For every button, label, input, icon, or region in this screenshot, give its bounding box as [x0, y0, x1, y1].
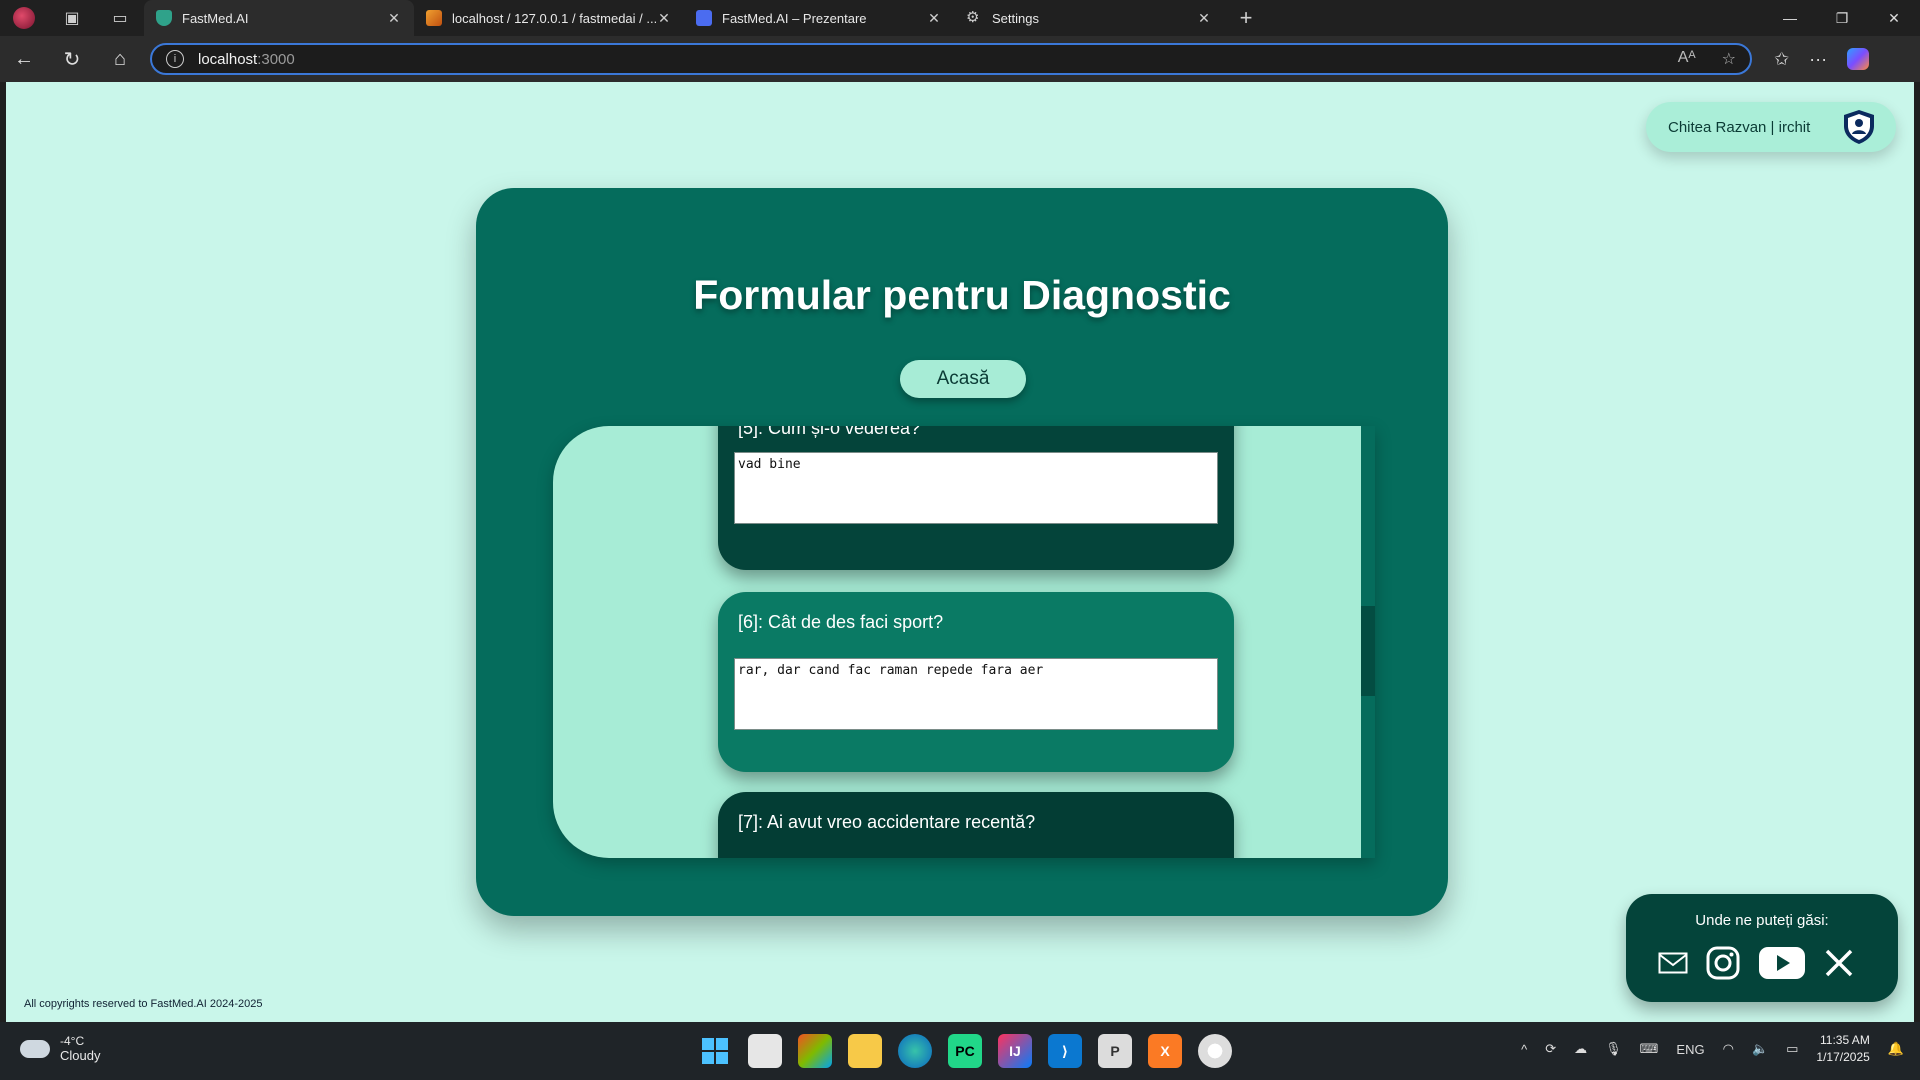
- read-aloud-icon[interactable]: Aᴬ: [1678, 49, 1696, 69]
- new-tab-button[interactable]: +: [1228, 0, 1264, 36]
- file-explorer-icon[interactable]: [848, 1034, 882, 1068]
- question-label: [7]: Ai avut vreo accidentare recentă?: [738, 812, 1036, 832]
- questions-scroll-panel[interactable]: [5]: Cum și-o vederea? [6]: Cât de des f…: [553, 426, 1375, 858]
- user-chip[interactable]: Chitea Razvan | irchit: [1646, 102, 1896, 152]
- intellij-icon[interactable]: IJ: [998, 1034, 1032, 1068]
- tab-actions-icon[interactable]: ▭: [96, 0, 144, 36]
- pycharm-icon[interactable]: PC: [948, 1034, 982, 1068]
- close-tab-icon[interactable]: ✕: [656, 10, 672, 27]
- copyright-text: All copyrights reserved to FastMed.AI 20…: [24, 998, 263, 1010]
- back-button[interactable]: ←: [0, 36, 48, 82]
- microphone-icon[interactable]: 🎙: [1605, 1041, 1622, 1057]
- site-info-icon[interactable]: i: [166, 50, 184, 68]
- battery-icon[interactable]: ▭: [1786, 1041, 1798, 1057]
- mail-icon[interactable]: [1658, 952, 1688, 974]
- favorite-star-icon[interactable]: ☆: [1722, 49, 1736, 69]
- weather-temp: -4°C: [60, 1034, 85, 1048]
- workspaces-icon[interactable]: ▣: [48, 0, 96, 36]
- xampp-icon[interactable]: X: [1148, 1034, 1182, 1068]
- chrome-app-icon[interactable]: [1198, 1034, 1232, 1068]
- gear-icon: ⚙: [966, 9, 980, 26]
- question-label: [6]: Cât de des faci sport?: [738, 612, 944, 632]
- tab-fastmed[interactable]: FastMed.AI ✕: [144, 0, 414, 36]
- home-button[interactable]: Acasă: [900, 360, 1026, 398]
- browser-tab-bar: ▣ ▭ FastMed.AI ✕ localhost / 127.0.0.1 /…: [0, 0, 1920, 36]
- tab-phpmyadmin[interactable]: localhost / 127.0.0.1 / fastmedai / ... …: [414, 0, 684, 36]
- phpmyadmin-icon: [426, 10, 442, 26]
- tab-title: FastMed.AI – Prezentare: [722, 10, 867, 26]
- onedrive-icon[interactable]: ☁: [1574, 1041, 1587, 1057]
- user-name: Chitea Razvan | irchit: [1668, 118, 1811, 136]
- tab-title: FastMed.AI: [182, 10, 249, 26]
- diagnostic-form-card: Formular pentru Diagnostic Acasă [5]: Cu…: [476, 188, 1448, 916]
- close-tab-icon[interactable]: ✕: [386, 10, 402, 27]
- clock-time: 11:35 AM: [1820, 1033, 1870, 1047]
- language-indicator[interactable]: ENG: [1676, 1042, 1704, 1057]
- shield-icon: [156, 10, 172, 26]
- copilot-icon[interactable]: [1847, 48, 1870, 70]
- postman-icon[interactable]: P: [1098, 1034, 1132, 1068]
- tray-chevron-icon[interactable]: ^: [1521, 1042, 1527, 1057]
- wifi-icon[interactable]: ◠: [1723, 1041, 1734, 1057]
- task-view-icon[interactable]: [748, 1034, 782, 1068]
- social-links-box: Unde ne puteți găsi:: [1626, 894, 1898, 1002]
- tab-title: localhost / 127.0.0.1 / fastmedai / ...: [452, 10, 656, 26]
- url-port: :3000: [257, 50, 295, 68]
- reload-button[interactable]: ↻: [48, 36, 96, 82]
- close-window-button[interactable]: ✕: [1868, 0, 1920, 36]
- answer-textarea-6[interactable]: [734, 658, 1218, 730]
- weather-widget[interactable]: -4°C Cloudy: [20, 1034, 100, 1064]
- notifications-bell-icon[interactable]: 🔔: [1888, 1041, 1904, 1057]
- home-icon[interactable]: ⌂: [96, 36, 144, 82]
- vscode-icon[interactable]: ⟩: [1048, 1034, 1082, 1068]
- question-label: [5]: Cum și-o vederea?: [738, 426, 921, 438]
- panel-scrollbar-thumb[interactable]: [1361, 606, 1375, 696]
- question-card-5: [5]: Cum și-o vederea?: [718, 426, 1234, 570]
- url-host: localhost: [198, 50, 258, 68]
- clock-date: 1/17/2025: [1816, 1050, 1870, 1064]
- profile-button[interactable]: [0, 0, 48, 36]
- keyboard-icon[interactable]: ⌨: [1640, 1041, 1659, 1057]
- tab-title: Settings: [992, 10, 1039, 26]
- minimize-button[interactable]: —: [1764, 0, 1816, 36]
- cloud-icon: [20, 1040, 50, 1058]
- clock[interactable]: 11:35 AM 1/17/2025: [1816, 1032, 1869, 1066]
- edge-icon[interactable]: [898, 1034, 932, 1068]
- sync-icon[interactable]: ⟳: [1545, 1041, 1556, 1057]
- profile-avatar: [13, 7, 35, 29]
- instagram-icon[interactable]: [1706, 946, 1740, 980]
- close-tab-icon[interactable]: ✕: [1196, 10, 1212, 27]
- close-tab-icon[interactable]: ✕: [926, 10, 942, 27]
- x-icon[interactable]: [1824, 948, 1854, 978]
- system-tray: ^ ⟳ ☁ 🎙 ⌨ ENG ◠ 🔈 ▭ 11:35 AM 1/17/2025 🔔: [1521, 1032, 1904, 1066]
- windows-taskbar: -4°C Cloudy PC IJ ⟩ P X ^ ⟳ ☁ 🎙 ⌨ ENG ◠ …: [0, 1022, 1920, 1080]
- browser-toolbar: ← ↻ ⌂ i localhost:3000 Aᴬ ☆ ✩ ···: [0, 36, 1920, 82]
- page-viewport: Chitea Razvan | irchit Formular pentru D…: [6, 82, 1914, 1022]
- user-shield-icon: [1844, 110, 1874, 144]
- tab-prezentare[interactable]: FastMed.AI – Prezentare ✕: [684, 0, 954, 36]
- question-card-6: [6]: Cât de des faci sport?: [718, 592, 1234, 772]
- page-title: Formular pentru Diagnostic: [693, 272, 1231, 318]
- store-icon[interactable]: [798, 1034, 832, 1068]
- address-bar[interactable]: i localhost:3000 Aᴬ ☆: [150, 43, 1752, 75]
- social-title: Unde ne puteți găsi:: [1695, 912, 1829, 929]
- more-menu-icon[interactable]: ···: [1809, 49, 1827, 70]
- favorites-icon[interactable]: ✩: [1774, 49, 1789, 70]
- restore-button[interactable]: ❐: [1816, 0, 1868, 36]
- weather-condition: Cloudy: [60, 1048, 101, 1063]
- answer-textarea-5[interactable]: [734, 452, 1218, 524]
- slides-icon: [696, 10, 712, 26]
- tab-settings[interactable]: ⚙ Settings ✕: [954, 0, 1224, 36]
- youtube-icon[interactable]: [1758, 946, 1806, 980]
- start-icon[interactable]: [698, 1034, 732, 1068]
- question-card-7: [7]: Ai avut vreo accidentare recentă?: [718, 792, 1234, 858]
- volume-icon[interactable]: 🔈: [1752, 1041, 1768, 1057]
